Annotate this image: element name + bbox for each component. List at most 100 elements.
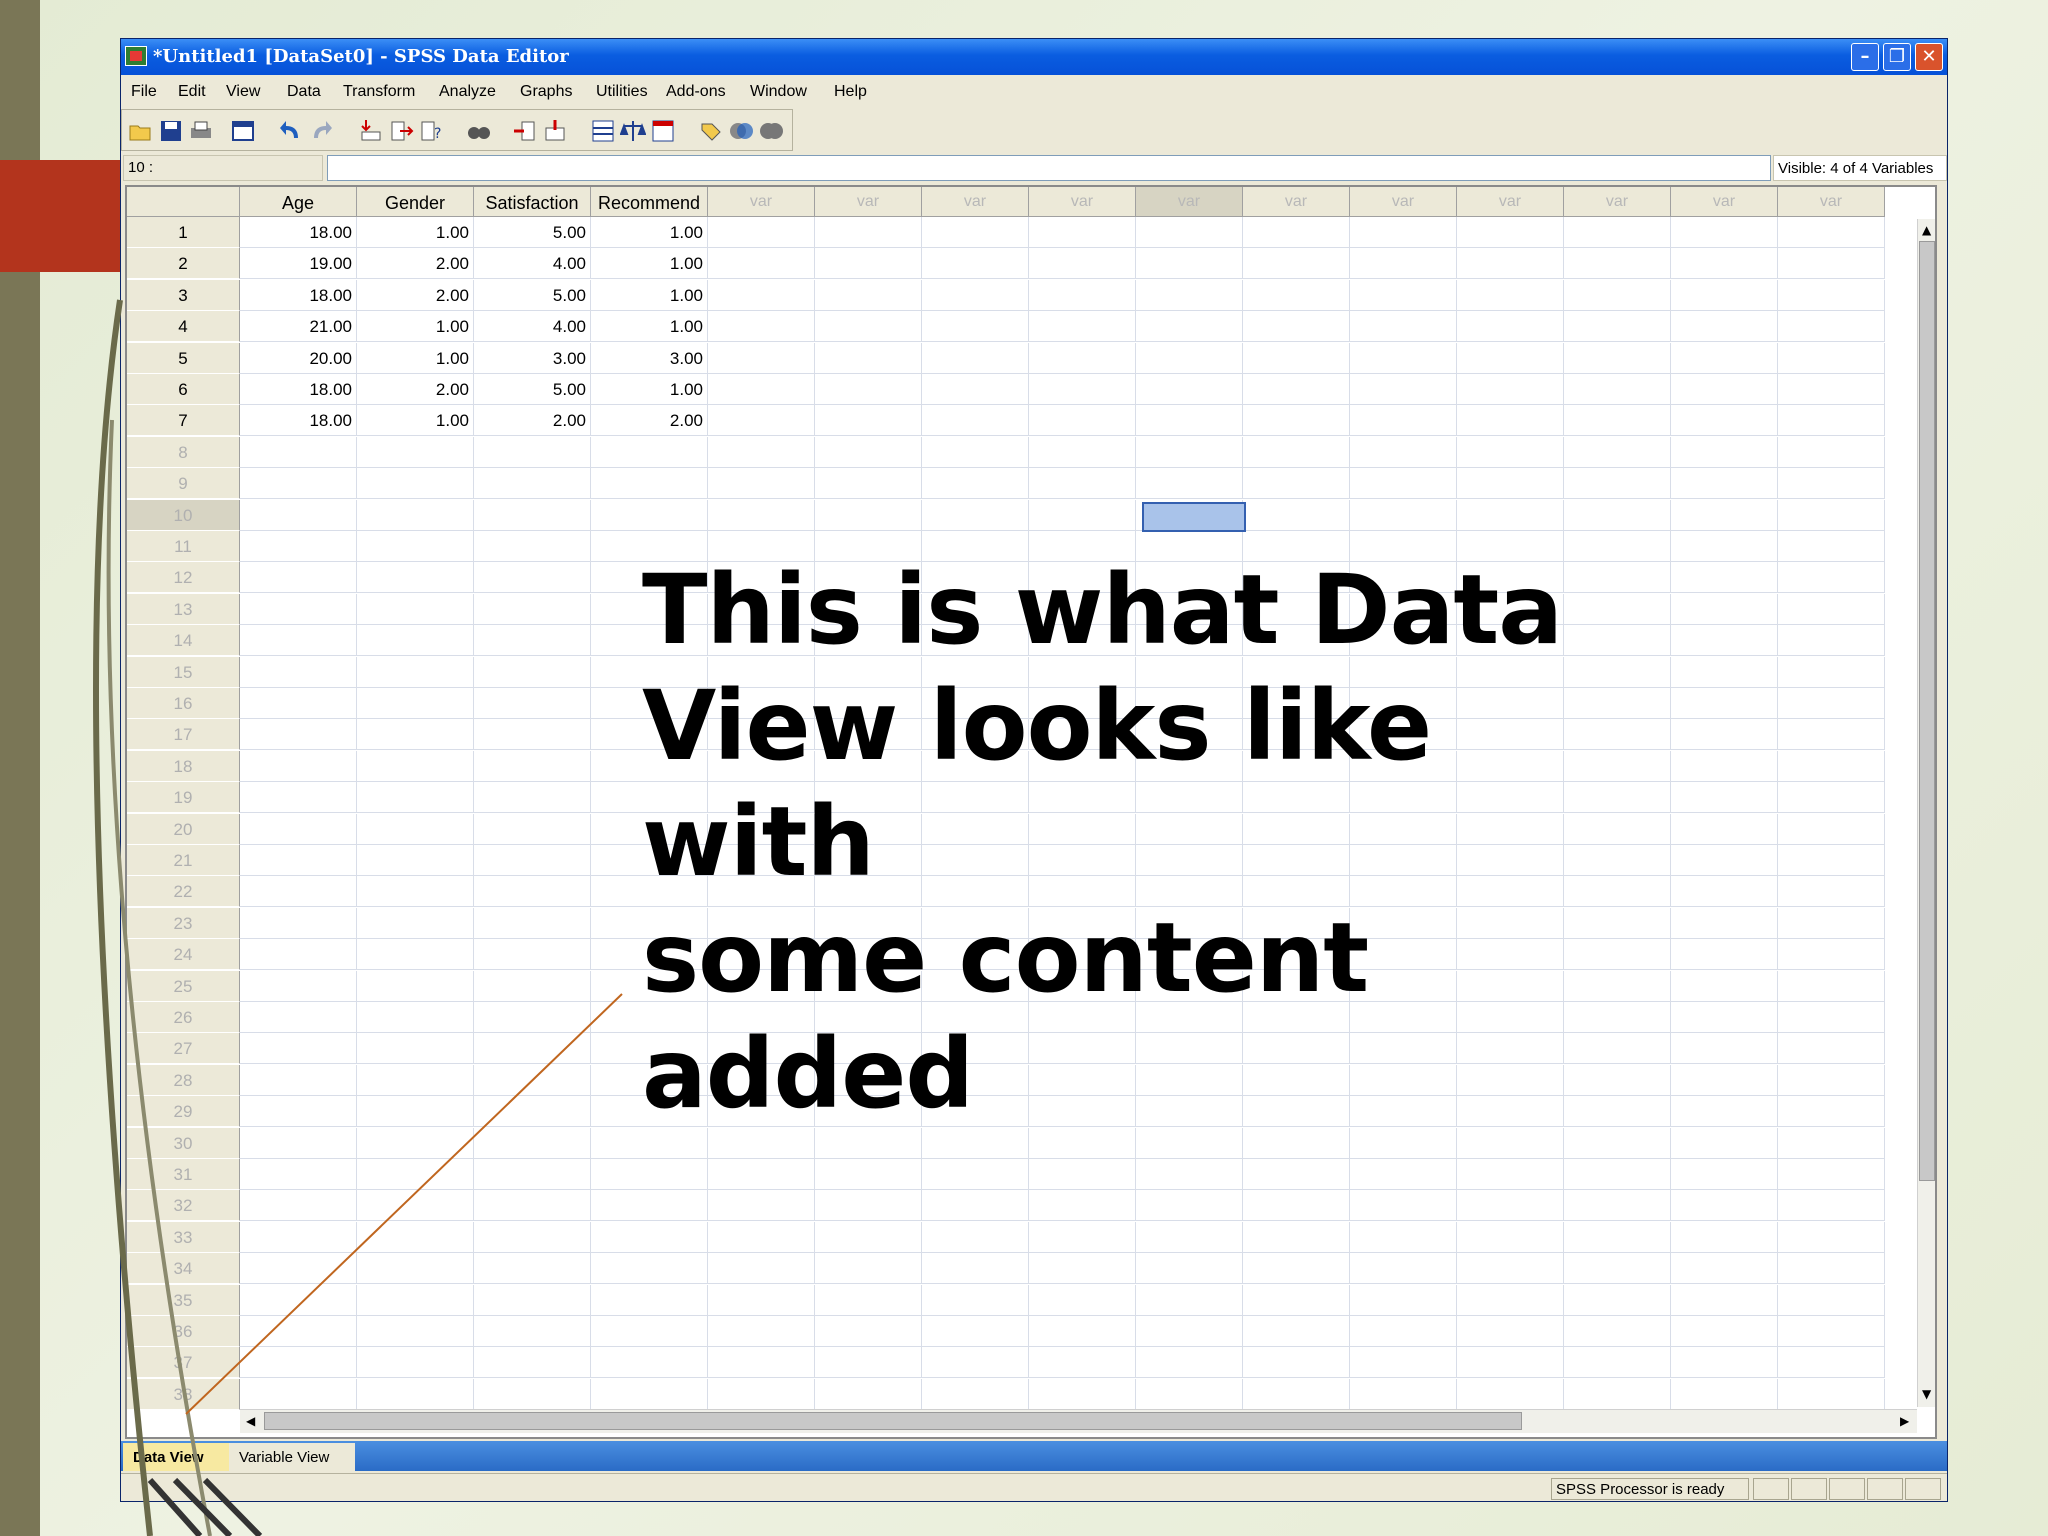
- data-cell[interactable]: [708, 1378, 815, 1410]
- data-cell[interactable]: [815, 468, 922, 500]
- data-cell[interactable]: [474, 782, 591, 814]
- data-cell[interactable]: [922, 1284, 1029, 1316]
- row-header[interactable]: 33: [127, 1221, 240, 1253]
- row-header[interactable]: 22: [127, 876, 240, 908]
- data-cell[interactable]: [1136, 1159, 1243, 1190]
- data-cell[interactable]: [240, 845, 357, 876]
- menu-graphs[interactable]: Graphs: [520, 83, 572, 101]
- data-cell[interactable]: [1136, 1284, 1243, 1316]
- scroll-right-icon[interactable]: ▶: [1900, 1414, 1909, 1428]
- menu-help[interactable]: Help: [834, 83, 867, 101]
- data-cell[interactable]: [1778, 876, 1885, 908]
- data-cell[interactable]: [357, 436, 474, 468]
- data-cell[interactable]: [1136, 468, 1243, 500]
- data-cell[interactable]: [1029, 1316, 1136, 1347]
- data-cell[interactable]: [1671, 782, 1778, 814]
- data-cell[interactable]: [474, 468, 591, 500]
- data-cell[interactable]: 1.00: [357, 405, 474, 437]
- row-header[interactable]: 36: [127, 1316, 240, 1347]
- data-cell[interactable]: [1029, 217, 1136, 248]
- data-cell[interactable]: [1136, 217, 1243, 248]
- data-cell[interactable]: [240, 593, 357, 625]
- column-header-gender[interactable]: Gender: [357, 187, 474, 217]
- data-cell[interactable]: [474, 499, 591, 531]
- data-cell[interactable]: [474, 750, 591, 782]
- data-cell[interactable]: [1350, 1127, 1457, 1159]
- data-cell[interactable]: [1671, 656, 1778, 688]
- data-cell[interactable]: [1243, 1316, 1350, 1347]
- data-cell[interactable]: [240, 1378, 357, 1410]
- data-cell[interactable]: [474, 939, 591, 971]
- row-header[interactable]: 34: [127, 1253, 240, 1285]
- data-cell[interactable]: [474, 1378, 591, 1410]
- data-cell[interactable]: [922, 1127, 1029, 1159]
- data-cell[interactable]: [922, 1159, 1029, 1190]
- data-cell[interactable]: [1778, 1096, 1885, 1128]
- data-cell[interactable]: [474, 1284, 591, 1316]
- data-cell[interactable]: [1671, 342, 1778, 374]
- column-header-var[interactable]: var: [1671, 187, 1778, 217]
- data-cell[interactable]: [1243, 1190, 1350, 1222]
- data-cell[interactable]: [1671, 970, 1778, 1002]
- data-cell[interactable]: [357, 970, 474, 1002]
- data-cell[interactable]: [1778, 1002, 1885, 1033]
- data-cell[interactable]: [1243, 311, 1350, 343]
- data-cell[interactable]: [357, 845, 474, 876]
- data-cell[interactable]: [357, 813, 474, 845]
- data-cell[interactable]: [1671, 1253, 1778, 1285]
- row-header[interactable]: 14: [127, 625, 240, 657]
- data-cell[interactable]: [708, 1316, 815, 1347]
- data-cell[interactable]: [474, 813, 591, 845]
- data-cell[interactable]: [1350, 1316, 1457, 1347]
- insert-cases-icon[interactable]: [512, 118, 538, 144]
- data-cell[interactable]: [1564, 342, 1671, 374]
- data-cell[interactable]: [708, 342, 815, 374]
- data-cell[interactable]: [708, 405, 815, 437]
- data-cell[interactable]: [591, 1378, 708, 1410]
- restore-icon[interactable]: ❐: [1883, 43, 1911, 71]
- data-cell[interactable]: [357, 1033, 474, 1065]
- data-cell[interactable]: [1778, 907, 1885, 939]
- data-cell[interactable]: [357, 468, 474, 500]
- column-header-var[interactable]: var: [1778, 187, 1885, 217]
- row-header[interactable]: 12: [127, 562, 240, 594]
- data-cell[interactable]: [357, 562, 474, 594]
- data-cell[interactable]: [1778, 813, 1885, 845]
- data-cell[interactable]: [1778, 468, 1885, 500]
- data-cell[interactable]: [1136, 1127, 1243, 1159]
- data-cell[interactable]: [815, 1253, 922, 1285]
- data-cell[interactable]: [474, 845, 591, 876]
- data-cell[interactable]: [708, 1190, 815, 1222]
- data-cell[interactable]: [1457, 279, 1564, 311]
- data-cell[interactable]: [1778, 1127, 1885, 1159]
- data-cell[interactable]: [1350, 1190, 1457, 1222]
- menu-file[interactable]: File: [131, 83, 157, 101]
- data-cell[interactable]: [1243, 1284, 1350, 1316]
- data-cell[interactable]: [240, 1284, 357, 1316]
- print-icon[interactable]: [188, 118, 214, 144]
- data-cell[interactable]: [1350, 499, 1457, 531]
- data-cell[interactable]: [591, 436, 708, 468]
- data-cell[interactable]: [1778, 531, 1885, 562]
- data-cell[interactable]: [474, 970, 591, 1002]
- data-cell[interactable]: [1778, 625, 1885, 657]
- data-cell[interactable]: [240, 876, 357, 908]
- data-cell[interactable]: [357, 1347, 474, 1379]
- data-cell[interactable]: [815, 374, 922, 405]
- data-cell[interactable]: [708, 1221, 815, 1253]
- data-cell[interactable]: [922, 248, 1029, 280]
- data-cell[interactable]: [357, 1064, 474, 1096]
- row-header[interactable]: 30: [127, 1127, 240, 1159]
- data-cell[interactable]: [1671, 468, 1778, 500]
- data-cell[interactable]: [922, 468, 1029, 500]
- data-cell[interactable]: [1243, 468, 1350, 500]
- column-header-var[interactable]: var: [1350, 187, 1457, 217]
- data-cell[interactable]: [474, 1190, 591, 1222]
- data-cell[interactable]: [240, 907, 357, 939]
- row-header[interactable]: 32: [127, 1190, 240, 1222]
- data-cell[interactable]: [1564, 499, 1671, 531]
- data-cell[interactable]: [591, 1190, 708, 1222]
- data-cell[interactable]: [474, 1347, 591, 1379]
- data-cell[interactable]: [708, 499, 815, 531]
- data-cell[interactable]: [708, 1284, 815, 1316]
